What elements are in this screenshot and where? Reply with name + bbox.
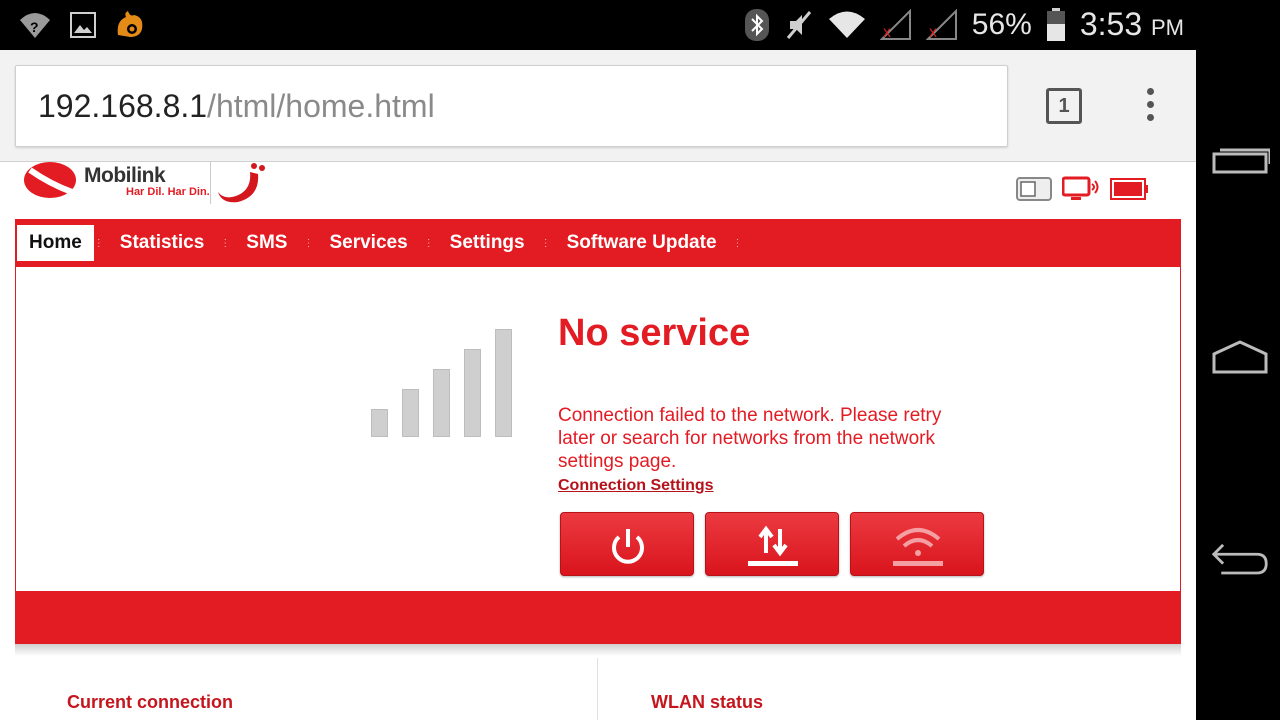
signal-bar <box>402 389 419 437</box>
home-icon[interactable] <box>1210 338 1270 378</box>
current-connection-heading: Current connection <box>67 692 234 712</box>
sim-card-icon <box>1016 177 1052 201</box>
data-toggle-button[interactable] <box>705 512 839 576</box>
svg-text:x: x <box>883 24 891 41</box>
menu-settings[interactable]: Settings <box>434 225 541 261</box>
clock: 3:53 PM <box>1079 6 1184 42</box>
jazz-swoosh-icon <box>218 163 265 203</box>
signal-bar <box>371 409 388 437</box>
main-menu: Home ⋮ Statistics ⋮ SMS ⋮ Services ⋮ Set… <box>15 219 1181 267</box>
wifi-question-icon: ? <box>20 13 50 38</box>
brand-name: Mobilink <box>84 164 166 187</box>
menu-services[interactable]: Services <box>313 225 423 261</box>
menu-software-update[interactable]: Software Update <box>551 225 733 261</box>
status-message: Connection failed to the network. Please… <box>558 405 942 472</box>
overflow-menu-icon[interactable] <box>1140 88 1160 128</box>
bluetooth-icon <box>744 8 769 41</box>
battery-percent: 56% <box>971 7 1032 41</box>
battery-status-icon <box>1110 178 1148 200</box>
power-icon <box>612 529 644 564</box>
signal-strength-icon <box>371 327 521 437</box>
image-icon <box>70 12 96 38</box>
device-status-icons <box>1016 176 1148 202</box>
recent-apps-icon[interactable] <box>1210 142 1270 182</box>
mute-icon <box>786 10 811 39</box>
mobilink-logo: Mobilink Har Dil. Har Din. <box>22 162 272 210</box>
status-footer-band <box>15 592 1181 644</box>
wifi-toggle-button[interactable] <box>850 512 984 576</box>
android-status-bar: ? x x 56% 3:53 PM <box>0 0 1196 50</box>
back-icon[interactable] <box>1210 538 1270 578</box>
wifi-icon <box>828 11 865 38</box>
url-bar[interactable]: 192.168.8.1/html/home.html <box>15 65 1008 147</box>
menu-home[interactable]: Home <box>17 225 94 261</box>
signal-bar <box>495 329 512 437</box>
signal-sim1-icon: x <box>879 8 911 41</box>
power-button[interactable] <box>560 512 694 576</box>
wlan-status-heading: WLAN status <box>651 692 763 712</box>
menu-sms[interactable]: SMS <box>230 225 303 261</box>
tab-switcher-button[interactable]: 1 <box>1046 88 1082 124</box>
wifi-icon <box>893 528 943 566</box>
connection-settings-link[interactable]: Connection Settings <box>558 477 714 495</box>
svg-text:?: ? <box>30 19 39 35</box>
signal-sim2-icon: x <box>925 8 957 41</box>
signal-bar <box>433 369 450 437</box>
menu-statistics[interactable]: Statistics <box>104 225 220 261</box>
svg-text:x: x <box>929 24 937 41</box>
connected-device-icon <box>1062 176 1099 200</box>
brand-tagline: Har Dil. Har Din. <box>126 186 210 198</box>
browser-toolbar: 192.168.8.1/html/home.html 1 <box>0 50 1196 162</box>
battery-icon <box>1046 7 1065 41</box>
signal-bar <box>464 349 481 437</box>
uc-browser-icon <box>117 11 143 37</box>
data-transfer-icon <box>748 525 798 566</box>
mobilink-logo-icon <box>24 162 76 198</box>
url-text: 192.168.8.1/html/home.html <box>38 88 435 124</box>
connection-status-panel: No service Connection failed to the netw… <box>15 267 1181 592</box>
router-web-page: Mobilink Har Dil. Har Din. Home ⋮ Statis… <box>0 162 1196 720</box>
android-nav-bar <box>1196 0 1280 720</box>
status-title: No service <box>558 312 751 354</box>
